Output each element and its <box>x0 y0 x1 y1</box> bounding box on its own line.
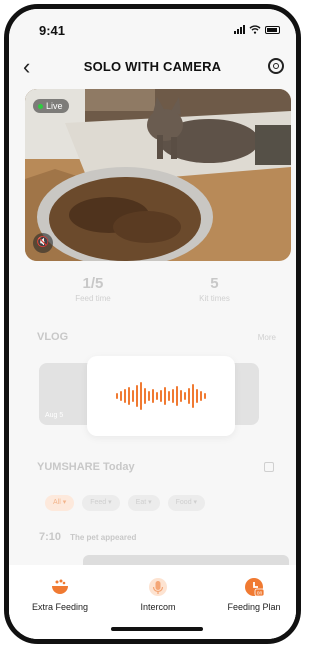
waveform-bar <box>124 389 126 403</box>
camera-image <box>25 89 291 261</box>
stat-value: 1/5 <box>82 275 104 292</box>
waveform-bar <box>192 384 194 408</box>
mute-icon[interactable]: 🔇 <box>33 233 53 253</box>
waveform-bar <box>176 386 178 406</box>
filter-chip-food[interactable]: Food ▾ <box>167 495 206 511</box>
waveform-bar <box>156 392 158 400</box>
waveform-bar <box>172 389 174 403</box>
waveform-bar <box>128 387 130 405</box>
event-text: The pet appeared <box>70 533 137 542</box>
stat-feed: 1/5 Feed time <box>75 265 111 315</box>
waveform-bar <box>188 388 190 404</box>
tab-label: Intercom <box>140 602 176 612</box>
status-time: 9:41 <box>39 23 66 38</box>
event-time: 7:10 <box>39 531 62 543</box>
waveform-bar <box>144 388 146 404</box>
svg-text:on: on <box>257 591 263 597</box>
wifi-icon <box>249 25 261 34</box>
filter-chip-all[interactable]: All ▾ <box>45 495 75 511</box>
vlog-title: VLOG <box>37 331 69 343</box>
screen: 9:41 ‹ SOLO WITH CAMERA Live 🔇 1/5 Feed … <box>9 9 296 639</box>
stat-label: Feed time <box>75 294 111 303</box>
header: ‹ SOLO WITH CAMERA <box>9 55 296 81</box>
tab-feeding-plan[interactable]: on Feeding Plan <box>209 577 296 612</box>
waveform-bar <box>184 392 186 400</box>
camera-feed[interactable]: Live 🔇 <box>25 89 291 261</box>
status-icons <box>234 25 280 34</box>
waveform-bar <box>132 390 134 402</box>
status-bar: 9:41 <box>9 9 296 39</box>
waveform-bar <box>180 390 182 402</box>
tab-label: Extra Feeding <box>31 602 89 612</box>
stat-value: 5 <box>210 275 219 292</box>
today-title: YUMSHARE Today <box>37 461 135 473</box>
waveform-bar <box>164 387 166 405</box>
filter-chip-eat[interactable]: Eat ▾ <box>127 495 160 511</box>
signal-icon <box>234 25 245 34</box>
page-title: SOLO WITH CAMERA <box>83 59 222 74</box>
vlog-date: Aug 5 <box>45 412 64 419</box>
intercom-overlay <box>87 356 235 436</box>
event-entry: 7:10 The pet appeared <box>39 531 136 543</box>
filter-chips: All ▾ Feed ▾ Eat ▾ Food ▾ <box>45 495 206 511</box>
live-dot-icon <box>38 103 43 109</box>
bottom-tab-bar: Extra Feeding Intercom on Feeding Plan <box>9 565 296 639</box>
waveform-bar <box>204 393 206 399</box>
waveform-bar <box>160 390 162 402</box>
waveform-bar <box>196 389 198 403</box>
tab-label: Feeding Plan <box>227 602 281 612</box>
phone-frame: 9:41 ‹ SOLO WITH CAMERA Live 🔇 1/5 Feed … <box>4 4 301 644</box>
tab-extra-feeding[interactable]: Extra Feeding <box>15 577 105 612</box>
home-indicator[interactable] <box>111 627 203 631</box>
battery-icon <box>265 25 280 34</box>
microphone-icon <box>148 577 168 597</box>
live-badge: Live <box>33 99 69 113</box>
stat-kit: 5 Kit times <box>199 265 230 315</box>
stats-row: 1/5 Feed time 5 Kit times <box>31 265 274 315</box>
waveform-bar <box>152 389 154 403</box>
calendar-icon[interactable] <box>264 462 274 472</box>
waveform-bar <box>148 391 150 401</box>
stat-label: Kit times <box>199 294 230 303</box>
waveform-bar <box>120 391 122 401</box>
vlog-more-link[interactable]: More <box>258 333 276 342</box>
settings-icon[interactable] <box>268 58 284 74</box>
waveform-bar <box>136 385 138 407</box>
waveform-bar <box>200 391 202 401</box>
audio-waveform-icon <box>116 381 206 411</box>
waveform-bar <box>168 391 170 401</box>
filter-chip-feed[interactable]: Feed ▾ <box>82 495 120 511</box>
waveform-bar <box>140 382 142 410</box>
bowl-icon <box>50 577 70 597</box>
tab-intercom[interactable]: Intercom <box>113 577 203 612</box>
live-label: Live <box>46 101 63 111</box>
waveform-bar <box>116 393 118 399</box>
clock-on-icon: on <box>244 577 265 597</box>
